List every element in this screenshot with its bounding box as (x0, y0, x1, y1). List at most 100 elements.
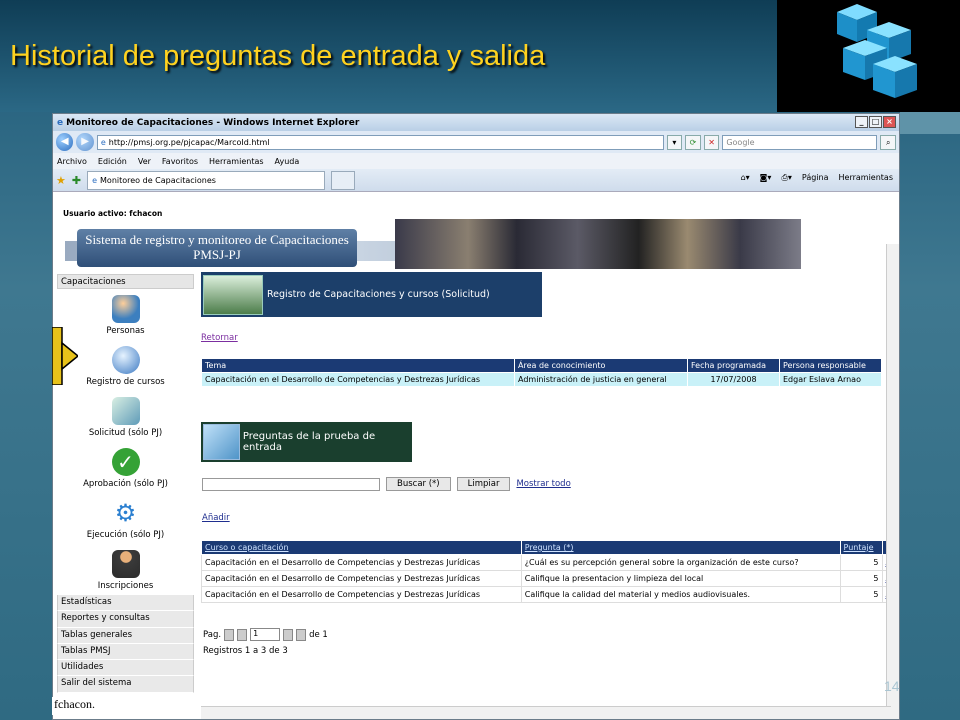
table-row: Capacitación en el Desarrollo de Compete… (201, 554, 896, 571)
gears-icon: ⚙ (114, 499, 137, 527)
cube-logo-icon (837, 4, 917, 98)
slide-title: Historial de preguntas de entrada y sali… (10, 40, 546, 72)
search-input[interactable] (202, 477, 380, 491)
sidebar-item-label: Solicitud (sólo PJ) (88, 428, 163, 438)
page-menu[interactable]: Página (802, 173, 829, 183)
sidebar-item-solicitud[interactable]: Solicitud (sólo PJ) (57, 391, 194, 442)
sidebar-link-salir[interactable]: Salir del sistema (57, 676, 194, 693)
close-button[interactable]: × (883, 116, 896, 128)
records-count: Registros 1 a 3 de 3 (203, 646, 288, 656)
refresh-button[interactable]: ⟳ (685, 134, 701, 150)
banner-title: Sistema de registro y monitoreo de Capac… (77, 229, 357, 267)
address-toolbar: ◀ ▶ e http://pmsj.org.pe/pjcapac/MarcoId.… (53, 131, 899, 153)
address-dropdown-button[interactable]: ▾ (666, 134, 683, 150)
table-cell: Edgar Eslava Arnao (779, 372, 882, 387)
pager: Pag. 1 de 1 (203, 628, 328, 641)
folder-icon (203, 424, 240, 460)
column-header-pregunta[interactable]: Pregunta (*) (520, 540, 841, 555)
menu-edicion[interactable]: Edición (98, 157, 127, 166)
menu-herramientas[interactable]: Herramientas (209, 157, 264, 166)
sidebar-item-label: Personas (106, 326, 145, 336)
browser-title: Monitoreo de Capacitaciones - Windows In… (66, 117, 360, 128)
table-row: Capacitación en el Desarrollo de Compete… (201, 586, 896, 603)
ie-icon: e (57, 117, 64, 128)
sidebar-item-ejecucion[interactable]: ⚙ Ejecución (sólo PJ) (57, 493, 194, 544)
address-bar[interactable]: e http://pmsj.org.pe/pjcapac/MarcoId.html (96, 134, 664, 150)
add-link[interactable]: Añadir (202, 513, 230, 523)
column-header: Área de conocimiento (514, 358, 688, 373)
section-header-label: Registro de Capacitaciones y cursos (Sol… (267, 289, 490, 300)
sidebar-item-inscripciones[interactable]: Inscripciones (57, 544, 194, 595)
page-input[interactable]: 1 (250, 628, 281, 641)
vertical-scrollbar[interactable] (886, 244, 899, 719)
table-cell: Administración de justicia en general (514, 372, 688, 387)
sidebar-header[interactable]: Capacitaciones (57, 274, 194, 289)
search-button[interactable]: ⌕ (880, 134, 897, 150)
main-content: Registro de Capacitaciones y cursos (Sol… (201, 272, 896, 672)
active-user: Usuario activo: fchacon (63, 209, 163, 218)
sidebar-item-label: Registro de cursos (86, 377, 165, 387)
tab-label: Monitoreo de Capacitaciones (100, 175, 216, 185)
address-url: http://pmsj.org.pe/pjcapac/MarcoId.html (108, 137, 270, 147)
horizontal-scrollbar[interactable] (201, 706, 891, 719)
slide-number: 14 (884, 678, 900, 694)
menu-archivo[interactable]: Archivo (57, 157, 87, 166)
sidebar-item-label: Ejecución (sólo PJ) (86, 530, 165, 540)
tools-menu[interactable]: Herramientas (839, 173, 894, 183)
column-header-puntaje[interactable]: Puntaje (839, 540, 883, 555)
search-button[interactable]: Buscar (*) (386, 477, 451, 491)
print-icon[interactable]: ⎙▾ (781, 173, 791, 183)
pager-total: de 1 (309, 629, 328, 640)
column-header: Tema (201, 358, 515, 373)
favorites-star-icon[interactable]: ★ (56, 174, 66, 187)
sidebar-link-estadisticas[interactable]: Estadísticas (57, 595, 194, 612)
back-link[interactable]: Retornar (201, 333, 238, 343)
maximize-button[interactable]: □ (869, 116, 882, 128)
sidebar-link-tablas-generales[interactable]: Tablas generales (57, 627, 194, 644)
table-row: Capacitación en el Desarrollo de Compete… (201, 570, 896, 587)
sidebar-item-aprobacion[interactable]: ✓ Aprobación (sólo PJ) (57, 442, 194, 493)
next-page-button[interactable] (283, 628, 294, 641)
page-icon: e (100, 137, 106, 147)
sidebar-link-tablas-pmsj[interactable]: Tablas PMSJ (57, 643, 194, 661)
table-cell: 5 (839, 554, 883, 571)
table-cell: ¿Cuál es su percepción general sobre la … (520, 554, 841, 571)
column-header-curso[interactable]: Curso o capacitación (201, 540, 522, 555)
add-favorite-icon[interactable]: ✚ (72, 174, 81, 187)
globe-icon (111, 346, 140, 374)
questions-table: Curso o capacitación Pregunta (*) Puntaj… (201, 540, 896, 603)
sidebar-link-reportes[interactable]: Reportes y consultas (57, 611, 194, 628)
browser-titlebar: e Monitoreo de Capacitaciones - Windows … (53, 114, 899, 131)
tab-page-icon: e (92, 175, 98, 185)
questions-header-label: Preguntas de la prueba de entrada (242, 431, 376, 453)
search-input[interactable]: Google (722, 134, 878, 150)
column-header: Persona responsable (779, 358, 882, 373)
browser-window: e Monitoreo de Capacitaciones - Windows … (52, 113, 900, 720)
table-cell: Capacitación en el Desarrollo de Compete… (201, 570, 522, 587)
menu-ayuda[interactable]: Ayuda (275, 157, 300, 166)
show-all-link[interactable]: Mostrar todo (516, 479, 570, 489)
menu-favoritos[interactable]: Favoritos (162, 157, 198, 166)
tab-monitoreo[interactable]: e Monitoreo de Capacitaciones (87, 170, 326, 190)
questions-header: Preguntas de la prueba de entrada (201, 422, 412, 462)
forward-button[interactable]: ▶ (76, 133, 94, 151)
first-page-button[interactable] (224, 628, 235, 641)
footer-user: fchacon. (52, 697, 196, 715)
new-tab-button[interactable] (331, 170, 356, 190)
last-page-button[interactable] (296, 628, 307, 641)
table-cell: Capacitación en el Desarrollo de Compete… (201, 554, 522, 571)
table-cell: Califique la calidad del material y medi… (520, 586, 841, 603)
table-cell: 5 (839, 586, 883, 603)
feeds-icon[interactable]: ◙▾ (760, 173, 772, 183)
stop-button[interactable]: ✕ (703, 134, 720, 150)
back-button[interactable]: ◀ (56, 133, 74, 151)
home-icon[interactable]: ⌂▾ (741, 173, 750, 183)
sidebar-link-utilidades[interactable]: Utilidades (57, 660, 194, 677)
minimize-button[interactable]: _ (855, 116, 868, 128)
prev-page-button[interactable] (237, 628, 248, 641)
tab-bar: ★ ✚ e Monitoreo de Capacitaciones ⌂▾ ◙▾ ⎙… (53, 169, 899, 192)
pager-label: Pag. (203, 629, 222, 640)
clear-button[interactable]: Limpiar (456, 477, 511, 491)
section-header: Registro de Capacitaciones y cursos (Sol… (201, 272, 542, 317)
menu-ver[interactable]: Ver (138, 157, 151, 166)
